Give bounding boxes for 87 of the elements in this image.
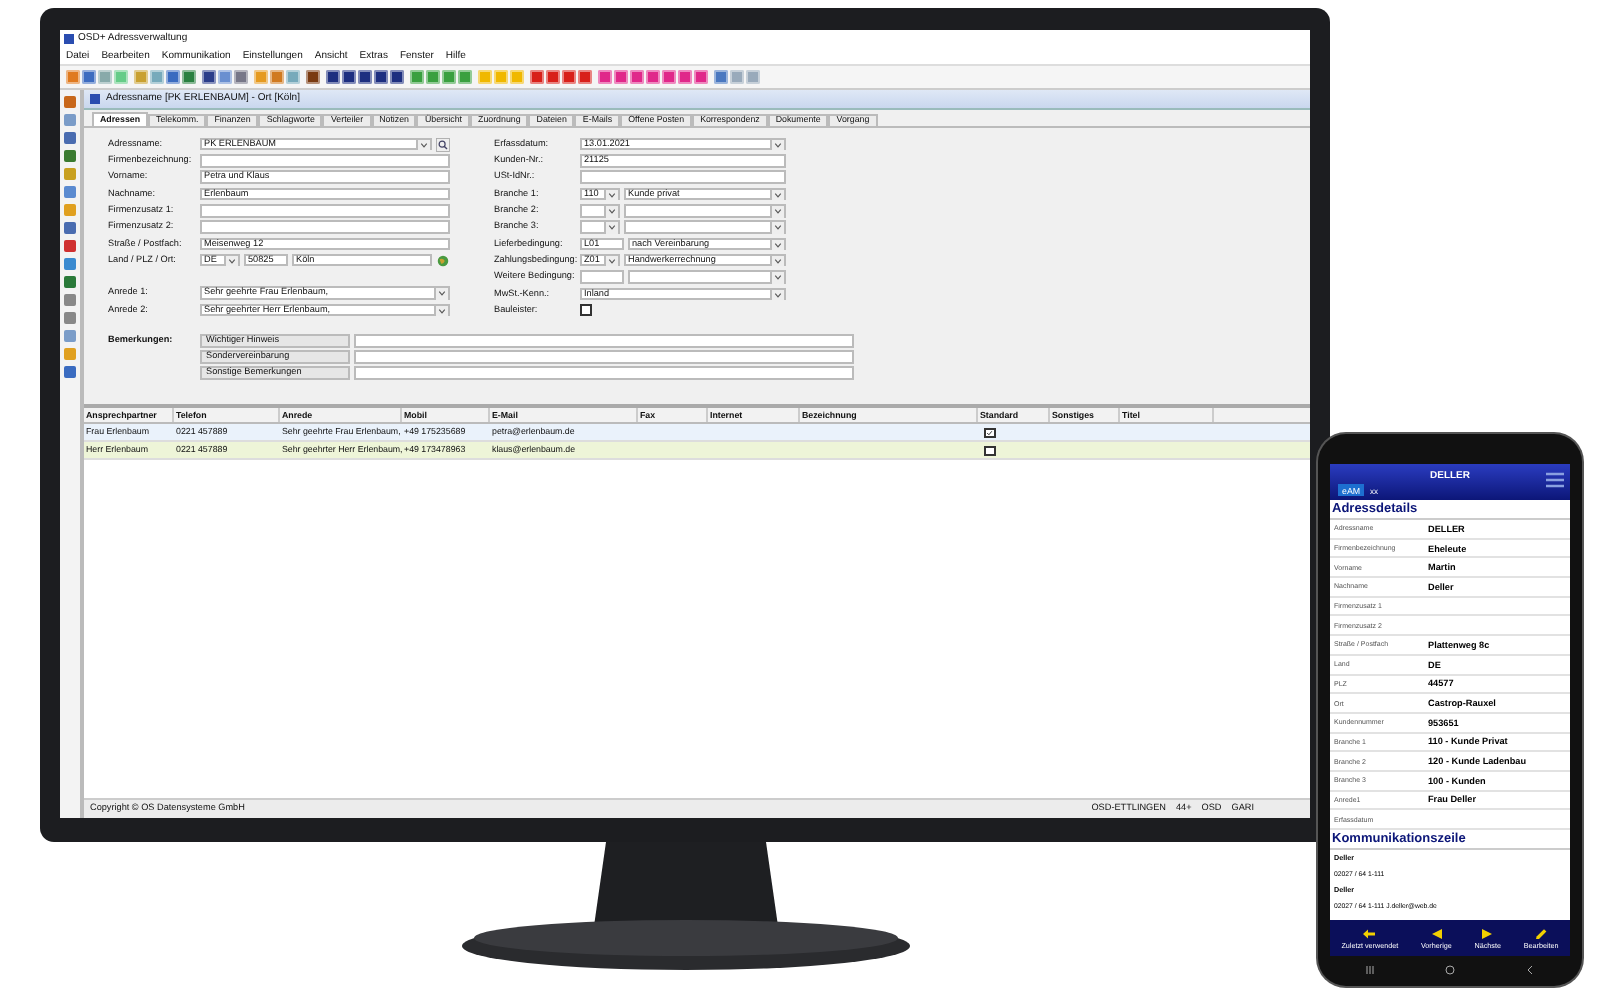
square-icon[interactable] bbox=[234, 70, 248, 84]
chevron-down-icon[interactable] bbox=[770, 139, 784, 151]
triangle-left-icon bbox=[1429, 927, 1444, 939]
square-icon[interactable] bbox=[64, 96, 76, 108]
chevron-down-icon[interactable] bbox=[604, 255, 618, 267]
square-icon[interactable] bbox=[410, 70, 424, 84]
chevron-down-icon[interactable] bbox=[770, 206, 784, 218]
dropdown[interactable] bbox=[624, 204, 786, 218]
square-icon[interactable] bbox=[358, 70, 372, 84]
text-field[interactable] bbox=[354, 366, 854, 381]
square-icon[interactable] bbox=[646, 70, 660, 84]
text-field[interactable] bbox=[200, 204, 450, 218]
checkbox[interactable] bbox=[984, 427, 995, 439]
dropdown[interactable] bbox=[580, 204, 620, 218]
square-icon[interactable] bbox=[374, 70, 388, 84]
square-icon[interactable] bbox=[64, 312, 76, 324]
square-icon[interactable] bbox=[614, 70, 628, 84]
square-icon[interactable] bbox=[694, 70, 708, 84]
square-icon[interactable] bbox=[562, 70, 576, 84]
square-icon[interactable] bbox=[64, 366, 76, 378]
back-icon[interactable] bbox=[1524, 964, 1536, 976]
text-field[interactable] bbox=[580, 270, 624, 284]
square-icon[interactable] bbox=[578, 70, 592, 84]
chevron-down-icon[interactable] bbox=[604, 189, 618, 201]
square-icon[interactable] bbox=[202, 70, 216, 84]
dropdown[interactable] bbox=[628, 270, 786, 284]
menu-icon[interactable] bbox=[1546, 472, 1564, 488]
chevron-down-icon[interactable] bbox=[770, 222, 784, 234]
square-icon[interactable] bbox=[82, 70, 96, 84]
chevron-down-icon[interactable] bbox=[604, 206, 618, 218]
chevron-down-icon[interactable] bbox=[434, 288, 448, 300]
square-icon[interactable] bbox=[64, 132, 76, 144]
text-field[interactable] bbox=[200, 220, 450, 234]
dropdown[interactable] bbox=[624, 220, 786, 234]
square-icon[interactable] bbox=[662, 70, 676, 84]
square-icon[interactable] bbox=[714, 70, 728, 84]
square-icon[interactable] bbox=[64, 186, 76, 198]
square-icon[interactable] bbox=[64, 276, 76, 288]
square-icon[interactable] bbox=[678, 70, 692, 84]
chevron-down-icon[interactable] bbox=[770, 255, 784, 267]
square-icon[interactable] bbox=[598, 70, 612, 84]
square-icon[interactable] bbox=[546, 70, 560, 84]
chevron-down-icon[interactable] bbox=[770, 289, 784, 301]
text-field[interactable] bbox=[354, 334, 854, 349]
home-icon[interactable] bbox=[1444, 964, 1456, 976]
square-icon[interactable] bbox=[270, 70, 284, 84]
square-icon[interactable] bbox=[442, 70, 456, 84]
square-icon[interactable] bbox=[64, 258, 76, 270]
text-field[interactable] bbox=[580, 170, 786, 184]
checkbox[interactable] bbox=[984, 445, 995, 457]
square-icon[interactable] bbox=[64, 222, 76, 234]
chevron-down-icon[interactable] bbox=[416, 139, 430, 151]
square-icon[interactable] bbox=[630, 70, 644, 84]
pencil-icon bbox=[1534, 927, 1549, 939]
arrow-left-icon bbox=[1362, 927, 1377, 939]
square-icon[interactable] bbox=[64, 150, 76, 162]
checkbox[interactable] bbox=[580, 304, 591, 316]
text-field[interactable] bbox=[354, 350, 854, 365]
app-icon bbox=[64, 34, 74, 44]
square-icon[interactable] bbox=[218, 70, 232, 84]
chevron-down-icon[interactable] bbox=[434, 305, 448, 317]
triangle-right-icon bbox=[1480, 927, 1495, 939]
chevron-down-icon[interactable] bbox=[604, 222, 618, 234]
square-icon[interactable] bbox=[390, 70, 404, 84]
square-icon[interactable] bbox=[182, 70, 196, 84]
app-icon bbox=[90, 94, 100, 104]
square-icon[interactable] bbox=[306, 70, 320, 84]
square-icon[interactable] bbox=[64, 330, 76, 342]
square-icon[interactable] bbox=[66, 70, 80, 84]
chevron-down-icon[interactable] bbox=[770, 272, 784, 284]
square-icon[interactable] bbox=[458, 70, 472, 84]
dropdown[interactable] bbox=[580, 220, 620, 234]
square-icon[interactable] bbox=[166, 70, 180, 84]
text-field[interactable] bbox=[200, 154, 450, 168]
square-icon[interactable] bbox=[530, 70, 544, 84]
square-icon[interactable] bbox=[326, 70, 340, 84]
square-icon[interactable] bbox=[342, 70, 356, 84]
globe-icon[interactable] bbox=[436, 253, 450, 268]
search-icon[interactable] bbox=[436, 137, 450, 152]
chevron-down-icon[interactable] bbox=[770, 239, 784, 251]
recent-apps-icon[interactable] bbox=[1364, 964, 1376, 976]
square-icon[interactable] bbox=[64, 294, 76, 306]
chevron-down-icon[interactable] bbox=[770, 189, 784, 201]
square-icon[interactable] bbox=[64, 240, 76, 252]
chevron-down-icon[interactable] bbox=[224, 255, 238, 267]
square-icon[interactable] bbox=[64, 114, 76, 126]
square-icon[interactable] bbox=[426, 70, 440, 84]
